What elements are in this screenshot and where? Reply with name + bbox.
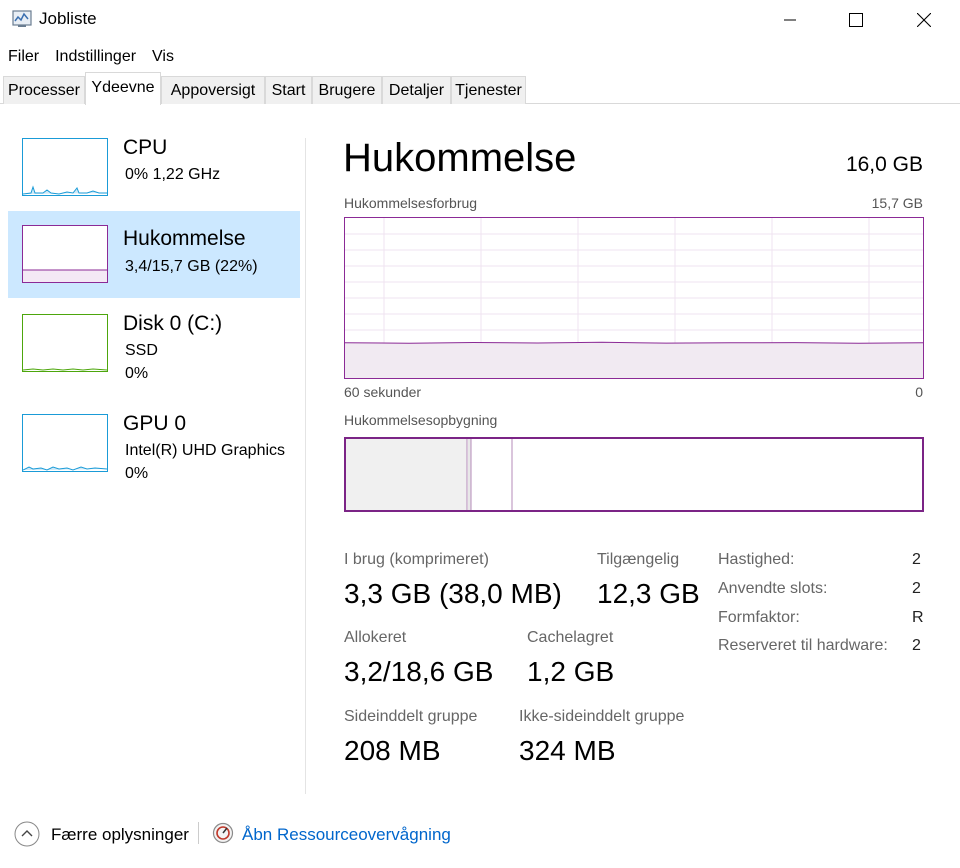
hardware-reserved-value: 2 bbox=[912, 637, 921, 654]
minimize-icon bbox=[784, 19, 796, 21]
in-use-label: I brug (komprimeret) bbox=[344, 551, 489, 568]
fewer-details-link[interactable]: Færre oplysninger bbox=[51, 825, 189, 845]
memory-composition-graph bbox=[346, 439, 513, 510]
menu-view[interactable]: Vis bbox=[144, 44, 182, 68]
tab-services[interactable]: Tjenester bbox=[451, 76, 526, 104]
tab-users[interactable]: Brugere bbox=[312, 76, 382, 104]
resource-item-disk[interactable]: Disk 0 (C:) SSD 0% bbox=[8, 304, 300, 390]
chevron-up-icon bbox=[14, 821, 40, 847]
pane-divider bbox=[305, 138, 306, 794]
committed-value: 3,2/18,6 GB bbox=[344, 656, 494, 687]
gpu-label: GPU 0 bbox=[123, 412, 187, 435]
page-title: Hukommelse bbox=[343, 136, 577, 180]
close-button[interactable] bbox=[890, 0, 958, 40]
menu-bar: Filer Indstillinger Vis bbox=[0, 44, 182, 68]
fewer-details-button[interactable] bbox=[14, 821, 40, 847]
tab-processes[interactable]: Processer bbox=[3, 76, 85, 104]
in-use-value: 3,3 GB (38,0 MB) bbox=[344, 578, 562, 609]
window-title: Jobliste bbox=[39, 9, 97, 28]
gpu-usage: 0% bbox=[125, 465, 149, 482]
speed-label: Hastighed: bbox=[718, 551, 795, 568]
gpu-model: Intel(R) UHD Graphics bbox=[125, 442, 286, 459]
menu-file[interactable]: Filer bbox=[0, 44, 47, 68]
cpu-thumbnail-graph bbox=[22, 138, 108, 196]
form-factor-value: R bbox=[912, 609, 924, 626]
gpu-thumbnail-graph bbox=[22, 414, 108, 472]
maximize-icon bbox=[849, 13, 863, 27]
resource-monitor-icon bbox=[212, 822, 234, 844]
close-icon bbox=[917, 13, 931, 27]
tab-startup[interactable]: Start bbox=[265, 76, 312, 104]
usage-chart-label: Hukommelsesforbrug bbox=[344, 195, 478, 211]
form-factor-label: Formfaktor: bbox=[718, 609, 800, 626]
open-resource-monitor-link[interactable]: Åbn Ressourceovervågning bbox=[242, 825, 451, 845]
tab-details[interactable]: Detaljer bbox=[382, 76, 451, 104]
speed-value: 2 bbox=[912, 551, 921, 568]
minimize-button[interactable] bbox=[756, 0, 824, 40]
available-value: 12,3 GB bbox=[597, 578, 700, 609]
resource-item-memory[interactable]: Hukommelse 3,4/15,7 GB (22%) bbox=[8, 211, 300, 298]
cpu-label: CPU bbox=[123, 136, 168, 159]
nonpaged-pool-label: Ikke-sideinddelt gruppe bbox=[519, 708, 685, 725]
usage-area bbox=[345, 342, 923, 378]
slots-label: Anvendte slots: bbox=[718, 580, 828, 597]
memory-usage-chart bbox=[344, 217, 924, 379]
available-label: Tilgængelig bbox=[597, 551, 680, 568]
cached-label: Cachelagret bbox=[527, 629, 614, 646]
composition-standby bbox=[472, 439, 512, 510]
memory-usage-graph bbox=[344, 218, 924, 378]
paged-pool-value: 208 MB bbox=[344, 735, 441, 766]
disk-usage: 0% bbox=[125, 365, 149, 382]
composition-label: Hukommelsesopbygning bbox=[344, 412, 498, 428]
nonpaged-pool-value: 324 MB bbox=[519, 735, 616, 766]
memory-label: Hukommelse bbox=[123, 227, 246, 250]
menu-options[interactable]: Indstillinger bbox=[47, 44, 144, 68]
cached-value: 1,2 GB bbox=[527, 656, 615, 687]
cpu-detail: 0% 1,22 GHz bbox=[125, 166, 221, 183]
title-bar: Jobliste bbox=[0, 0, 960, 40]
hardware-reserved-label: Reserveret til hardware: bbox=[718, 637, 888, 654]
resource-item-cpu[interactable]: CPU 0% 1,22 GHz bbox=[8, 130, 300, 210]
maximize-button[interactable] bbox=[822, 0, 890, 40]
memory-thumbnail-graph bbox=[22, 225, 108, 283]
disk-thumbnail-graph bbox=[22, 314, 108, 372]
slots-value: 2 bbox=[912, 580, 921, 597]
disk-type: SSD bbox=[125, 342, 158, 359]
memory-total: 16,0 GB bbox=[845, 153, 923, 176]
tab-app-history[interactable]: Appoversigt bbox=[161, 76, 265, 104]
task-manager-icon bbox=[12, 10, 32, 28]
chart-time-now: 0 bbox=[915, 384, 923, 400]
tab-performance[interactable]: Ydeevne bbox=[85, 72, 161, 105]
memory-composition-bar bbox=[344, 437, 924, 512]
footer-divider bbox=[198, 822, 199, 844]
usage-line bbox=[344, 341, 924, 344]
composition-in-use bbox=[346, 439, 467, 510]
usage-chart-max: 15,7 GB bbox=[871, 195, 923, 211]
tab-bar: Processer Ydeevne Appoversigt Start Brug… bbox=[0, 72, 960, 105]
resource-item-gpu[interactable]: GPU 0 Intel(R) UHD Graphics 0% bbox=[8, 404, 300, 490]
disk-label: Disk 0 (C:) bbox=[123, 312, 223, 335]
paged-pool-label: Sideinddelt gruppe bbox=[344, 708, 478, 725]
chart-time-span: 60 sekunder bbox=[344, 384, 422, 400]
resource-list: CPU 0% 1,22 GHz Hukommelse 3,4/15,7 GB (… bbox=[0, 104, 306, 796]
committed-label: Allokeret bbox=[344, 629, 407, 646]
memory-detail: 3,4/15,7 GB (22%) bbox=[125, 258, 258, 275]
